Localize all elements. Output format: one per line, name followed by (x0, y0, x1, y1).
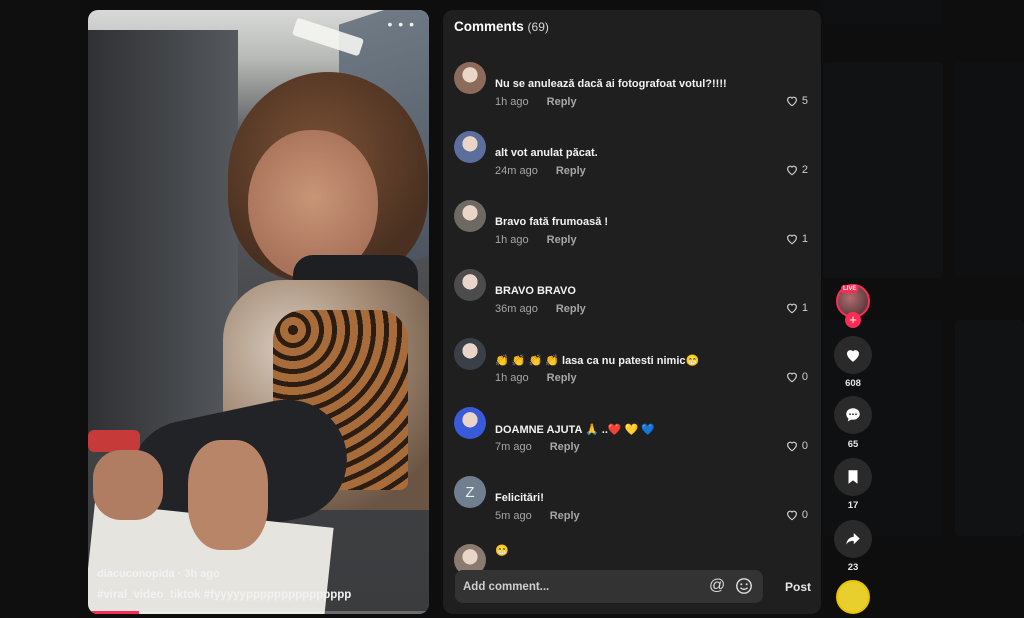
comment-meta: 24m ago Reply (495, 165, 586, 177)
mention-icon[interactable]: @ (709, 577, 725, 595)
comment-time: 7m ago (495, 441, 532, 453)
comment-item: DOAMNE AJUTA 🙏 ..❤️ 💛 💙 7m ago Reply 0 (454, 407, 814, 467)
commenter-avatar[interactable]: Z (454, 476, 486, 508)
reply-button[interactable]: Reply (547, 372, 577, 384)
reply-button[interactable]: Reply (556, 165, 586, 177)
comment-like-button[interactable]: 0 (785, 439, 808, 453)
video-author[interactable]: diacuconopida · 3h ago (97, 568, 427, 580)
comment-text: 👏 👏 👏 👏 lasa ca nu patesti nimic😁 (495, 355, 700, 367)
comment-item: Bravo fată frumoasă ! 1h ago Reply 1 (454, 200, 814, 260)
comment-like-count: 1 (801, 233, 808, 245)
comment-like-button[interactable]: 1 (785, 301, 808, 315)
comment-text: BRAVO BRAVO (495, 285, 576, 297)
comment-meta: 1h ago Reply (495, 372, 577, 384)
comment-meta: 5m ago Reply (495, 510, 580, 522)
commenter-avatar[interactable] (454, 407, 486, 439)
comment-item: 👏 👏 👏 👏 lasa ca nu patesti nimic😁 1h ago R… (454, 338, 814, 398)
reply-button[interactable]: Reply (547, 96, 577, 108)
commenter-avatar[interactable] (454, 131, 486, 163)
comment-count: 65 (847, 439, 859, 450)
comment-item: alt vot anulat păcat. 24m ago Reply 2 (454, 131, 814, 191)
commenter-avatar[interactable] (454, 62, 486, 94)
comment-text: DOAMNE AJUTA 🙏 ..❤️ 💛 💙 (495, 424, 656, 436)
comment-time: 24m ago (495, 165, 538, 177)
video-hashtags[interactable]: #viral_video_tiktok #fyyyyyppppppppppppp… (97, 589, 427, 601)
comment-meta: 1h ago Reply (495, 234, 577, 246)
video-progress-fill (88, 611, 140, 614)
comments-count: (69) (527, 20, 549, 34)
heart-outline-icon (786, 96, 797, 107)
more-options-icon[interactable]: • • • (388, 16, 415, 32)
comment-like-count: 5 (801, 95, 808, 107)
commenter-avatar[interactable] (454, 269, 486, 301)
emoji-icon[interactable] (735, 577, 753, 595)
save-count: 17 (847, 500, 859, 511)
save-button[interactable] (834, 458, 872, 496)
comments-header: Comments (69) (454, 19, 549, 34)
reply-button[interactable]: Reply (547, 234, 577, 246)
comment-time: 5m ago (495, 510, 532, 522)
comment-meta: 36m ago Reply (495, 303, 586, 315)
reply-button[interactable]: Reply (550, 510, 580, 522)
video-progress-bar[interactable] (88, 611, 429, 614)
like-button[interactable] (834, 336, 872, 374)
comment-like-count: 0 (801, 509, 808, 521)
comment-icon (846, 408, 860, 422)
heart-outline-icon (786, 303, 797, 314)
comment-like-count: 2 (801, 164, 808, 176)
heart-outline-icon (786, 165, 797, 176)
comment-meta: 7m ago Reply (495, 441, 580, 453)
comment-meta: 1h ago Reply (495, 96, 577, 108)
heart-outline-icon (786, 234, 797, 245)
video-scene-hand (93, 450, 163, 520)
comment-like-button[interactable]: 2 (785, 163, 808, 177)
share-arrow-icon (846, 533, 860, 545)
comment-input[interactable] (463, 578, 693, 595)
comment-item: Z Felicitări! 5m ago Reply 0 (454, 476, 814, 536)
comment-like-button[interactable]: 1 (785, 232, 808, 246)
video-scene-object (88, 430, 140, 452)
comment-like-button[interactable]: 0 (785, 508, 808, 522)
video-scene-booth (88, 30, 238, 450)
follow-plus-icon[interactable]: + (845, 312, 861, 328)
share-button[interactable] (834, 520, 872, 558)
comment-time: 1h ago (495, 96, 529, 108)
commenter-avatar[interactable] (454, 200, 486, 232)
comment-text: alt vot anulat păcat. (495, 147, 598, 159)
post-button[interactable]: Post (785, 580, 811, 594)
reply-button[interactable]: Reply (550, 441, 580, 453)
sound-disc-avatar[interactable] (836, 580, 870, 614)
heart-outline-icon (786, 441, 797, 452)
comment-text: 😁 (495, 545, 509, 557)
comment-like-button[interactable]: 5 (785, 94, 808, 108)
video-scene-hand (188, 440, 268, 550)
comments-panel: Comments (69) Nu se anulează dacă ai fot… (443, 10, 821, 614)
share-count: 23 (847, 562, 859, 573)
like-count: 608 (845, 378, 861, 389)
comments-title: Comments (454, 19, 524, 34)
comment-text: Felicitări! (495, 492, 544, 504)
comment-like-count: 0 (801, 440, 808, 452)
bookmark-icon (848, 470, 858, 484)
comment-time: 36m ago (495, 303, 538, 315)
video-caption: diacuconopida · 3h ago #viral_video_tikt… (97, 568, 427, 601)
comment-like-count: 1 (801, 302, 808, 314)
comment-text: Nu se anulează dacă ai fotografoat votul… (495, 78, 727, 90)
comment-time: 1h ago (495, 372, 529, 384)
live-badge: LIVE (841, 285, 859, 293)
comment-text: Bravo fată frumoasă ! (495, 216, 609, 228)
commenter-avatar[interactable] (454, 338, 486, 370)
heart-icon (847, 350, 859, 362)
comment-button[interactable] (834, 396, 872, 434)
heart-outline-icon (786, 372, 797, 383)
comment-like-count: 0 (801, 371, 808, 383)
heart-outline-icon (786, 510, 797, 521)
comment-like-button[interactable]: 0 (785, 370, 808, 384)
comment-item: BRAVO BRAVO 36m ago Reply 1 (454, 269, 814, 329)
comment-time: 1h ago (495, 234, 529, 246)
comment-item: Nu se anulează dacă ai fotografoat votul… (454, 62, 814, 122)
comment-composer: @ (455, 570, 763, 603)
reply-button[interactable]: Reply (556, 303, 586, 315)
video-player[interactable]: • • • diacuconopida · 3h ago #viral_vide… (88, 10, 429, 614)
